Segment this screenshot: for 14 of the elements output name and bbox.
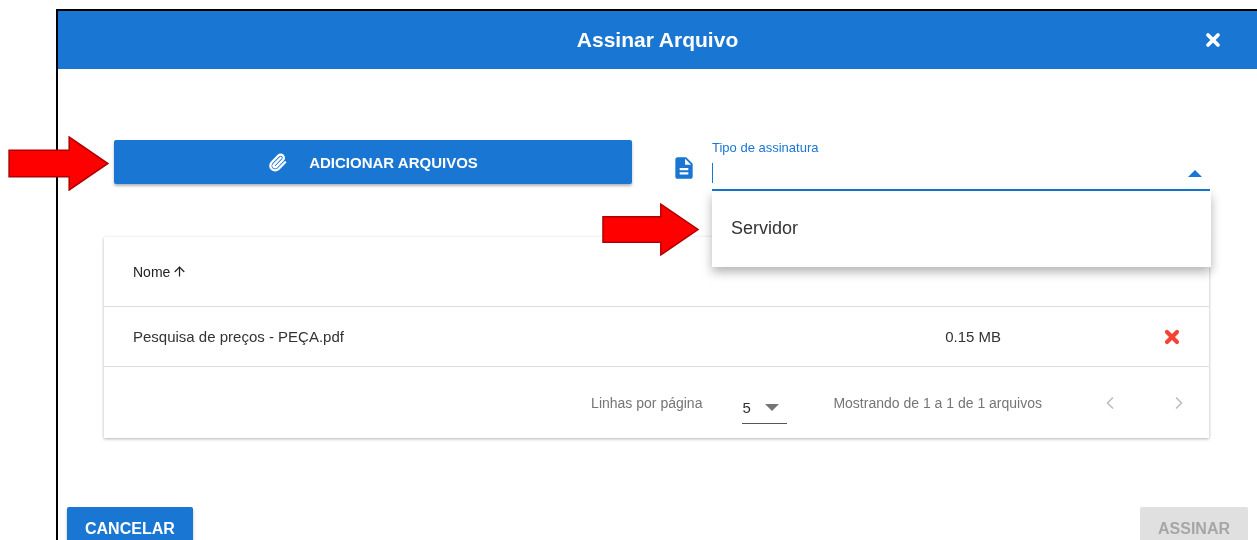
- rows-per-page-label: Linhas por página: [591, 394, 703, 411]
- range-text: Mostrando de 1 a 1 de 1 arquivos: [833, 394, 1042, 411]
- column-header[interactable]: Nome: [133, 263, 188, 280]
- select-label: Tipo de assinatura: [712, 140, 820, 157]
- menu-option[interactable]: Servidor: [712, 191, 1211, 267]
- paperclip-icon: [268, 152, 288, 172]
- table-cell-text: Pesquisa de preços - PEÇA.pdf: [133, 328, 345, 345]
- table-cell-text: 0.15 MB: [945, 328, 1002, 345]
- cancel-button[interactable]: CANCELAR: [67, 507, 193, 540]
- rows-per-page-select[interactable]: 5: [742, 391, 788, 424]
- add-files-button[interactable]: ADICIONAR ARQUIVOS: [114, 140, 632, 184]
- close-button[interactable]: [1203, 30, 1223, 50]
- dialog-title: Assinar Arquivo: [576, 28, 739, 52]
- close-icon: [1203, 30, 1223, 50]
